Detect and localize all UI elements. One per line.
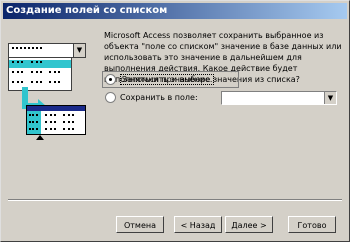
wizard-illustration: ▼ [8, 43, 87, 141]
list-illustration [8, 57, 72, 91]
combo-box-illustration: ▼ [8, 43, 86, 58]
option-remember-label: Запомнить значение. [120, 74, 215, 85]
title-bar: Создание полей со списком [3, 3, 347, 19]
back-button[interactable]: < Назад [174, 216, 222, 233]
field-select[interactable]: ▼ [221, 91, 337, 105]
radio-save-in-field[interactable] [105, 92, 116, 103]
radio-remember[interactable] [105, 74, 116, 85]
wizard-window: Создание полей со списком ▼ Microsoft Ac… [0, 0, 350, 242]
option-save-label: Сохранить в поле: [120, 93, 198, 102]
finish-button[interactable]: Готово [288, 216, 336, 233]
chevron-down-icon: ▼ [73, 44, 85, 57]
window-title: Создание полей со списком [6, 5, 168, 16]
next-button[interactable]: Далее > [225, 216, 273, 233]
option-save-in-field[interactable]: Сохранить в поле: [105, 92, 198, 103]
placeholder-dots [12, 47, 42, 52]
pointer-triangle-icon [36, 135, 44, 140]
table-illustration [26, 105, 86, 135]
option-remember[interactable]: Запомнить значение. [105, 74, 215, 85]
chevron-down-icon[interactable]: ▼ [324, 92, 336, 104]
cancel-button[interactable]: Отмена [116, 216, 164, 233]
divider [8, 199, 342, 201]
